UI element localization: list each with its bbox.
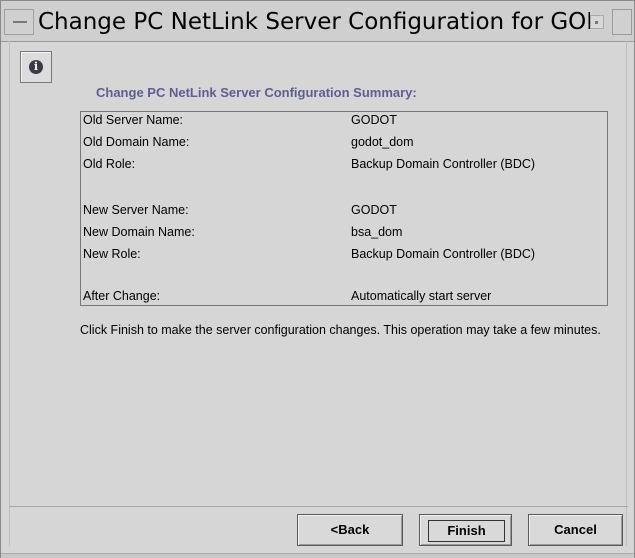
button-separator: [9, 506, 628, 507]
summary-value: Backup Domain Controller (BDC): [351, 247, 536, 261]
summary-label: After Change:: [83, 289, 161, 303]
title-bar[interactable]: Change PC NetLink Server Configuration f…: [1, 1, 634, 42]
summary-value: Automatically start server: [351, 289, 492, 303]
window-menu-icon: [13, 21, 27, 23]
summary-value: bsa_dom: [351, 225, 403, 239]
window-menu-button[interactable]: [4, 9, 34, 35]
content-border-left: [9, 41, 10, 546]
window-bottom-border: [1, 553, 634, 558]
summary-label: New Role:: [83, 247, 141, 261]
minimize-button[interactable]: [590, 15, 604, 29]
summary-value: godot_dom: [351, 135, 414, 149]
back-button[interactable]: <Back: [297, 514, 403, 546]
dialog-window: Change PC NetLink Server Configuration f…: [0, 0, 635, 558]
summary-label: Old Domain Name:: [83, 135, 190, 149]
info-button[interactable]: i: [20, 51, 52, 83]
cancel-button[interactable]: Cancel: [528, 514, 623, 546]
summary-label: New Server Name:: [83, 203, 189, 217]
summary-label: Old Server Name:: [83, 113, 184, 127]
summary-label: New Domain Name:: [83, 225, 195, 239]
maximize-button[interactable]: [612, 9, 632, 35]
finish-button-label: Finish: [428, 520, 505, 542]
finish-button[interactable]: Finish: [419, 514, 512, 546]
summary-box: Old Server Name: GODOT Old Domain Name: …: [80, 111, 608, 306]
summary-label: Old Role:: [83, 157, 136, 171]
instruction-text: Click Finish to make the server configur…: [80, 323, 601, 337]
summary-heading: Change PC NetLink Server Configuration S…: [96, 85, 417, 100]
content-border-right: [626, 41, 627, 546]
summary-value: GODOT: [351, 203, 397, 217]
window-title: Change PC NetLink Server Configuration f…: [38, 9, 590, 35]
summary-value: Backup Domain Controller (BDC): [351, 157, 536, 171]
summary-value: GODOT: [351, 113, 397, 127]
info-icon: i: [29, 60, 43, 74]
